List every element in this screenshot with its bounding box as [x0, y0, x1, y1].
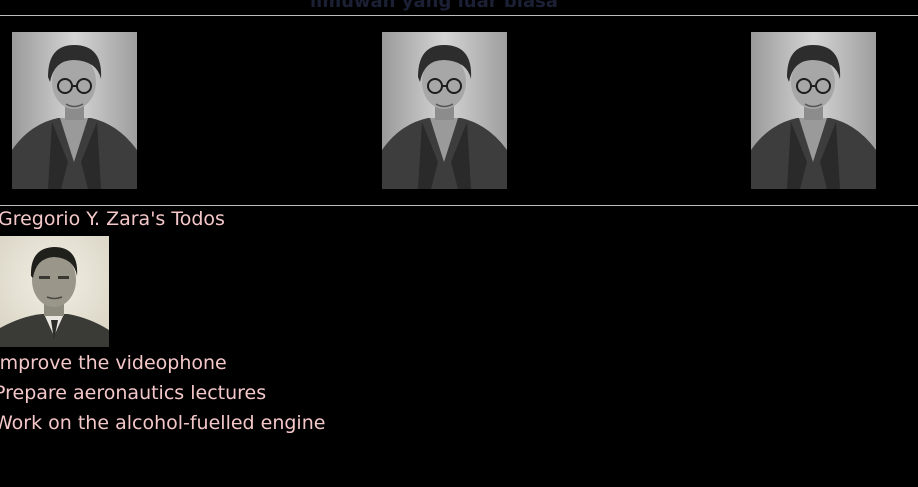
profile-photo — [0, 236, 109, 347]
page-title: ilmuwan yang luar biasa — [310, 0, 558, 12]
divider-top — [0, 15, 918, 16]
divider-middle — [0, 205, 918, 206]
portrait-photo-2 — [382, 32, 507, 189]
todo-item: Prepare aeronautics lectures — [0, 382, 267, 404]
todo-list: Improve the videophone Prepare aeronauti… — [0, 350, 325, 440]
page: ilmuwan yang luar biasa Gregorio Y. Zara… — [0, 0, 918, 487]
todo-item: Work on the alcohol-fuelled engine — [0, 412, 326, 434]
portrait-photo-3 — [751, 32, 876, 189]
todos-heading: Gregorio Y. Zara's Todos — [0, 208, 225, 230]
portrait-photo-1 — [12, 32, 137, 189]
todo-item: Improve the videophone — [0, 352, 227, 374]
